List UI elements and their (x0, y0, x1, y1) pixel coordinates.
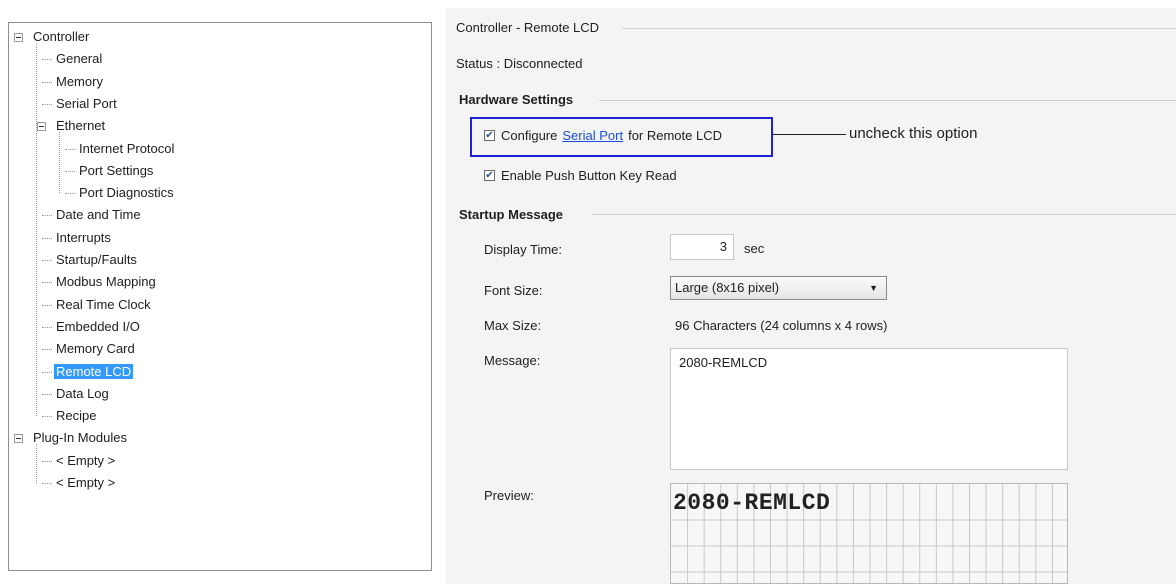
message-textarea[interactable]: 2080-REMLCD (670, 348, 1068, 470)
tree-item-label: Controller (33, 29, 90, 44)
tree-item[interactable]: Embedded I/O (54, 317, 142, 337)
tree-connector (36, 43, 37, 417)
tree-item[interactable]: Internet Protocol (77, 139, 176, 159)
tree-item[interactable]: Modbus Mapping (54, 272, 158, 292)
tree-item[interactable]: Memory (54, 72, 105, 92)
tree-connector (42, 282, 52, 284)
tree-item-label: Serial Port (56, 95, 117, 111)
tree-connector (42, 371, 52, 373)
display-time-unit: sec (744, 241, 765, 256)
tree-item-label: < Empty > (56, 475, 116, 490)
tree-item-label: < Empty > (56, 452, 116, 468)
startup-message-heading: Startup Message (459, 207, 564, 222)
title-divider (621, 28, 1176, 29)
push-button-row: ✔ Enable Push Button Key Read (484, 168, 677, 183)
tree-item[interactable]: Date and Time (54, 205, 143, 225)
tree-item[interactable]: General (54, 49, 104, 69)
display-time-label: Display Time: (484, 242, 563, 257)
font-size-label: Font Size: (484, 283, 543, 298)
tree-item[interactable]: Real Time Clock (54, 295, 153, 315)
tree-item-label: Startup/Faults (56, 252, 137, 267)
tree-connector (65, 170, 75, 172)
tree-connector (42, 260, 52, 261)
tree-connector (42, 81, 52, 83)
tree-connector (42, 483, 52, 484)
tree-item[interactable]: Serial Port (54, 94, 119, 114)
tree-item-label: Internet Protocol (79, 140, 175, 156)
tree-item-label: Memory Card (56, 341, 135, 357)
tree-item-label: General (56, 51, 103, 67)
remote-lcd-panel: Controller - Remote LCD Status : Disconn… (446, 8, 1176, 584)
tree-item-label: Embedded I/O (56, 318, 140, 334)
preview-label: Preview: (484, 488, 534, 503)
tree-item-label: Date and Time (56, 207, 141, 223)
tree-item-label: Real Time Clock (56, 296, 151, 312)
display-time-input[interactable]: 3 (670, 234, 734, 260)
tree-item-label: Recipe (56, 408, 97, 424)
lcd-preview: 2080-REMLCD (670, 483, 1068, 584)
tree-item[interactable]: Controller (31, 27, 91, 47)
tree-panel: Controller General Memory Serial Port Ethern… (8, 22, 432, 571)
tree-connector (42, 349, 52, 351)
enable-push-button-checkbox[interactable]: ✔ (484, 170, 495, 181)
callout-highlight-box (470, 117, 773, 157)
tree-item[interactable]: Port Settings (77, 161, 155, 181)
tree-connector (42, 215, 52, 217)
font-size-select[interactable]: Large (8x16 pixel) ▼ (670, 276, 887, 300)
tree-connector (42, 460, 52, 462)
collapse-icon[interactable] (14, 33, 23, 42)
tree-item-label: Remote LCD (54, 363, 134, 379)
callout-leader-line (773, 134, 846, 135)
tree-item[interactable]: Memory Card (54, 339, 137, 359)
push-button-label: Enable Push Button Key Read (501, 168, 677, 183)
chevron-down-icon: ▼ (869, 283, 878, 293)
tree-item-label: Ethernet (56, 118, 106, 134)
tree-connector (42, 393, 52, 395)
collapse-icon[interactable] (37, 122, 46, 132)
tree-item[interactable]: Plug-In Modules (31, 428, 129, 448)
hardware-settings-heading: Hardware Settings (459, 92, 574, 107)
tree-connector (42, 416, 52, 418)
tree-connector (42, 237, 52, 239)
tree-item-label: Port Diagnostics (79, 185, 174, 201)
tree-item-label: Port Settings (79, 162, 154, 178)
tree-item[interactable]: Remote LCD (54, 362, 134, 382)
message-label: Message: (484, 353, 541, 368)
tree-item-label: Data Log (56, 385, 109, 401)
tree-item-label: Plug-In Modules (33, 430, 127, 446)
collapse-icon[interactable] (14, 434, 23, 444)
tree-item[interactable]: < Empty > (54, 451, 117, 471)
tree-item[interactable]: < Empty > (54, 473, 117, 493)
tree-item-label: Interrupts (56, 229, 111, 245)
tree-connector (59, 132, 60, 194)
status-text: Status : Disconnected (456, 56, 583, 71)
tree-item[interactable]: Ethernet (54, 116, 107, 136)
tree-item[interactable]: Startup/Faults (54, 250, 139, 270)
max-size-label: Max Size: (484, 318, 542, 333)
tree-connector (42, 326, 52, 328)
tree-connector (36, 444, 37, 483)
lcd-preview-text: 2080-REMLCD (673, 490, 831, 516)
startup-divider (592, 214, 1176, 215)
font-size-value: Large (8x16 pixel) (675, 280, 780, 295)
tree-item[interactable]: Data Log (54, 384, 111, 404)
tree-connector (65, 193, 75, 195)
callout-text: uncheck this option (849, 125, 978, 142)
hardware-divider (599, 100, 1176, 101)
tree-connector (42, 59, 52, 61)
panel-title: Controller - Remote LCD (456, 20, 600, 35)
tree-item-label: Modbus Mapping (56, 274, 156, 290)
tree-connector (65, 148, 75, 150)
tree-item-label: Memory (56, 73, 103, 89)
tree-item[interactable]: Recipe (54, 406, 98, 426)
max-size-value: 96 Characters (24 columns x 4 rows) (675, 318, 888, 333)
tree-connector (42, 304, 52, 306)
tree-item[interactable]: Port Diagnostics (77, 183, 176, 203)
tree-connector (42, 103, 52, 105)
tree-item[interactable]: Interrupts (54, 228, 113, 248)
